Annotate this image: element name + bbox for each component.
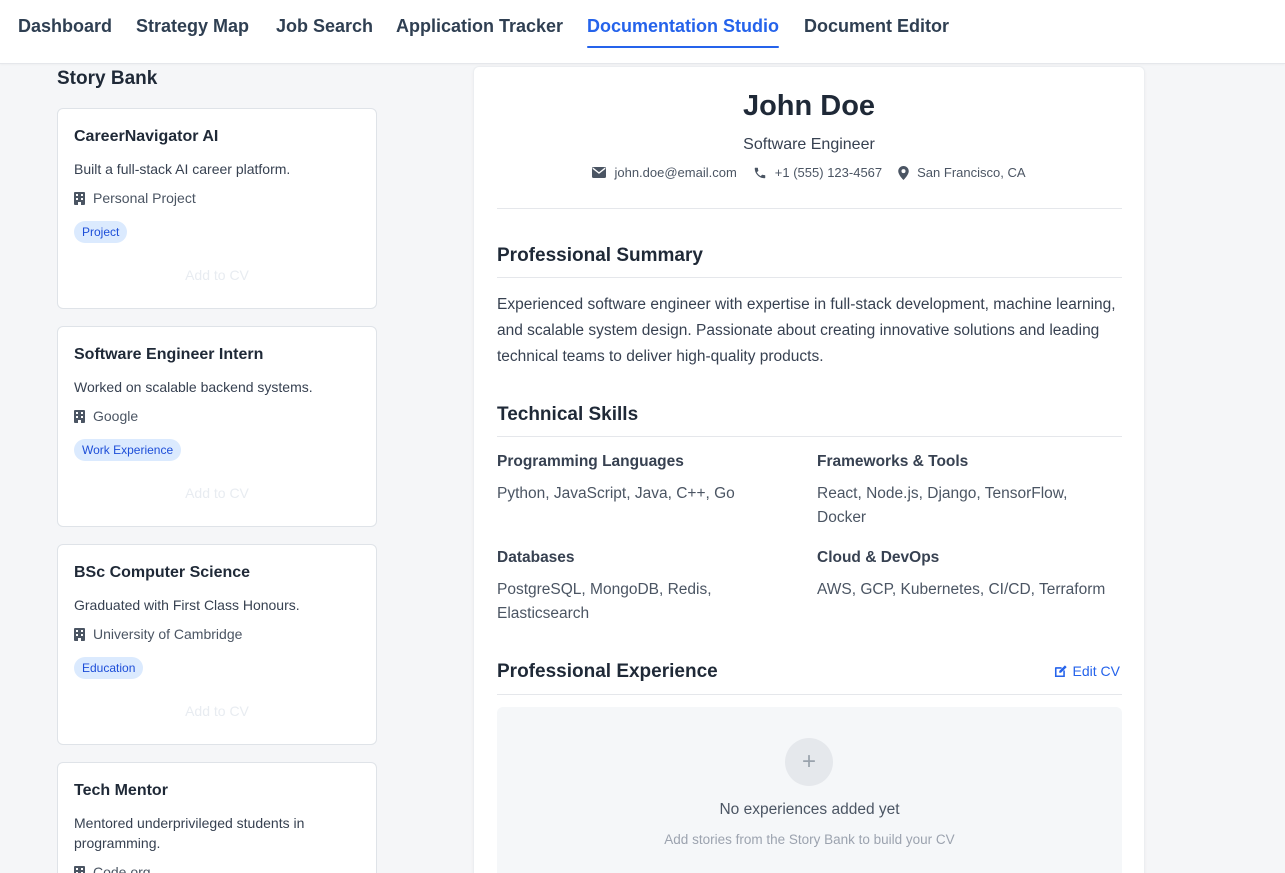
story-title: CareerNavigator AI xyxy=(74,128,219,145)
story-org-label: Code.org xyxy=(93,864,151,873)
story-org-label: Google xyxy=(93,408,139,424)
divider xyxy=(497,436,1122,437)
story-card[interactable]: CareerNavigator AI Built a full-stack AI… xyxy=(57,108,377,309)
skill-group: Databases PostgreSQL, MongoDB, Redis, El… xyxy=(497,549,797,626)
skill-heading: Cloud & DevOps xyxy=(817,549,940,566)
story-description: Graduated with First Class Honours. xyxy=(74,597,300,613)
divider xyxy=(497,694,1122,695)
divider xyxy=(497,208,1122,209)
experience-empty-state: + No experiences added yet Add stories f… xyxy=(497,707,1122,873)
story-organization: Code.org xyxy=(74,864,151,873)
summary-heading: Professional Summary xyxy=(497,245,703,266)
story-card[interactable]: Software Engineer Intern Worked on scala… xyxy=(57,326,377,527)
envelope-icon xyxy=(592,167,607,178)
building-icon xyxy=(74,865,85,873)
skill-values: AWS, GCP, Kubernetes, CI/CD, Terraform xyxy=(817,581,1106,598)
add-to-cv-button[interactable]: Add to CV xyxy=(74,481,360,505)
building-icon xyxy=(74,409,85,423)
empty-state-title: No experiences added yet xyxy=(719,801,900,818)
story-card[interactable]: BSc Computer Science Graduated with Firs… xyxy=(57,544,377,745)
skill-values: Python, JavaScript, Java, C++, Go xyxy=(497,485,735,502)
phone-text: +1 (555) 123-4567 xyxy=(774,165,883,180)
skill-group: Frameworks & Tools React, Node.js, Djang… xyxy=(817,453,1117,530)
skill-heading: Databases xyxy=(497,549,575,566)
story-card[interactable]: Tech Mentor Mentored underprivileged stu… xyxy=(57,762,377,873)
add-to-cv-button[interactable]: Add to CV xyxy=(74,263,360,287)
skill-group: Programming Languages Python, JavaScript… xyxy=(497,453,797,506)
cv-role: Software Engineer xyxy=(743,136,875,153)
building-icon xyxy=(74,191,85,205)
plus-icon: + xyxy=(785,738,833,786)
tab-job-search[interactable]: Job Search xyxy=(276,16,373,37)
skill-heading: Frameworks & Tools xyxy=(817,453,969,470)
experience-heading: Professional Experience xyxy=(497,661,718,682)
story-bank-title: Story Bank xyxy=(57,68,158,89)
story-org-label: Personal Project xyxy=(93,190,196,206)
tab-dashboard[interactable]: Dashboard xyxy=(18,16,112,37)
story-tag: Project xyxy=(74,221,128,243)
tab-strategy-map[interactable]: Strategy Map xyxy=(136,16,249,37)
building-icon xyxy=(74,627,85,641)
summary-text: Experienced software engineer with exper… xyxy=(497,296,1116,365)
top-nav: Dashboard Strategy Map Job Search Applic… xyxy=(0,0,1285,64)
story-tag: Education xyxy=(74,657,144,679)
map-pin-icon xyxy=(898,165,909,180)
story-description: Worked on scalable backend systems. xyxy=(74,379,313,395)
story-org-label: University of Cambridge xyxy=(93,626,243,642)
story-organization: Google xyxy=(74,408,138,424)
contact-location: San Francisco, CA xyxy=(898,165,1026,180)
skill-heading: Programming Languages xyxy=(497,453,684,470)
story-title: BSc Computer Science xyxy=(74,564,251,581)
story-organization: University of Cambridge xyxy=(74,626,242,642)
story-title: Tech Mentor xyxy=(74,782,168,799)
tab-document-editor[interactable]: Document Editor xyxy=(804,16,949,37)
cv-name: John Doe xyxy=(742,90,876,122)
location-text: San Francisco, CA xyxy=(917,165,1026,180)
contact-phone: +1 (555) 123-4567 xyxy=(753,165,882,180)
cv-document: John Doe Software Engineer john.doe@emai… xyxy=(473,66,1145,873)
email-text: john.doe@email.com xyxy=(614,165,737,180)
skills-heading: Technical Skills xyxy=(497,404,639,425)
empty-state-hint: Add stories from the Story Bank to build… xyxy=(664,832,955,847)
phone-icon xyxy=(754,167,766,178)
story-tag: Work Experience xyxy=(74,439,182,461)
tab-documentation-studio[interactable]: Documentation Studio xyxy=(587,16,779,48)
cv-contact: john.doe@email.com +1 (555) 123-4567 San… xyxy=(474,165,1144,180)
divider xyxy=(497,277,1122,278)
story-description: Built a full-stack AI career platform. xyxy=(74,161,291,177)
story-description: Mentored underprivileged students in pro… xyxy=(74,815,305,851)
edit-cv-button[interactable]: Edit CV xyxy=(1054,663,1120,679)
add-to-cv-button[interactable]: Add to CV xyxy=(74,699,360,723)
story-organization: Personal Project xyxy=(74,190,196,206)
tab-application-tracker[interactable]: Application Tracker xyxy=(396,16,563,37)
skill-group: Cloud & DevOps AWS, GCP, Kubernetes, CI/… xyxy=(817,549,1117,602)
skill-values: PostgreSQL, MongoDB, Redis, Elasticsearc… xyxy=(497,581,712,622)
skill-values: React, Node.js, Django, TensorFlow, Dock… xyxy=(817,485,1068,526)
edit-cv-label: Edit CV xyxy=(1072,663,1120,679)
edit-icon xyxy=(1054,665,1067,678)
story-title: Software Engineer Intern xyxy=(74,346,264,363)
contact-email: john.doe@email.com xyxy=(592,165,737,180)
